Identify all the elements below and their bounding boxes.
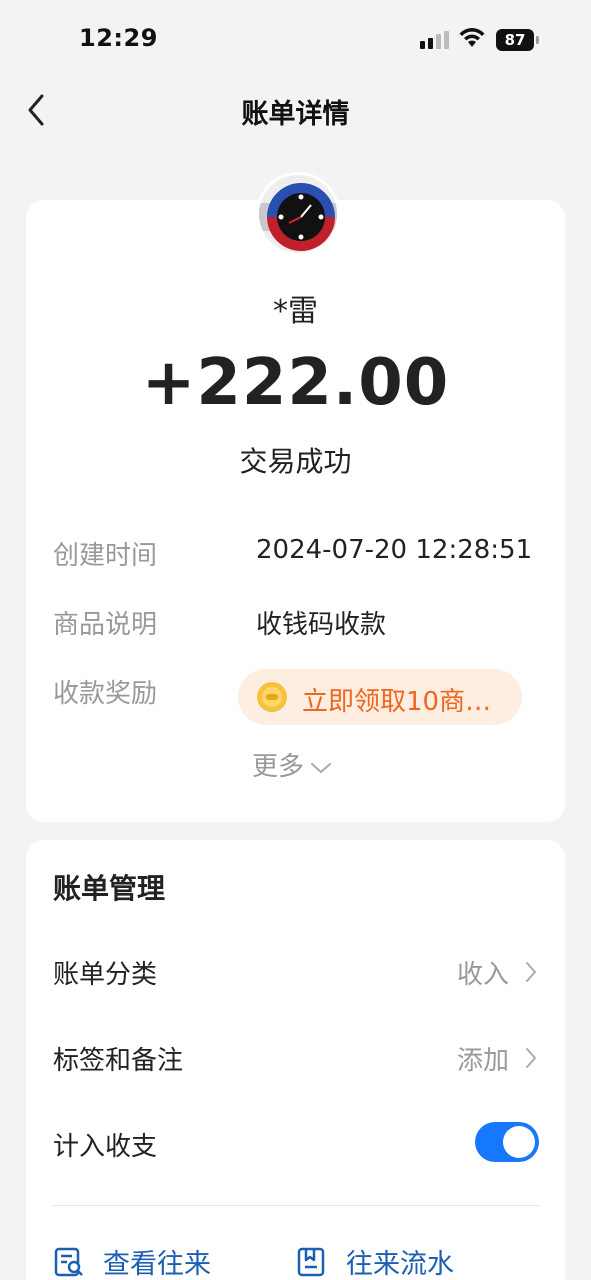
created-time-label: 创建时间 — [53, 541, 158, 571]
more-label: 更多 — [252, 752, 305, 782]
battery-level: 87 — [496, 29, 534, 51]
chevron-right-icon — [526, 1048, 536, 1068]
tags-notes-label: 标签和备注 — [53, 1046, 184, 1076]
nav-bar: 账单详情 — [0, 80, 591, 140]
reward-text: 立即领取10商… — [302, 687, 492, 717]
view-contacts-label: 查看往来 — [103, 1249, 211, 1280]
status-time: 12:29 — [79, 24, 158, 52]
page-title: 账单详情 — [241, 99, 350, 130]
product-label: 商品说明 — [53, 610, 158, 640]
chevron-right-icon — [526, 962, 536, 982]
product-value: 收钱码收款 — [256, 610, 387, 640]
payer-avatar — [256, 172, 340, 256]
reward-label: 收款奖励 — [53, 679, 158, 709]
wifi-icon — [459, 28, 485, 47]
transaction-flow-button[interactable]: 往来流水 — [296, 1242, 476, 1280]
battery-cap — [536, 36, 539, 44]
more-details-toggle[interactable]: 更多 — [252, 746, 332, 783]
tags-notes-value: 添加 — [456, 1046, 509, 1076]
status-bar: 12:29 87 — [0, 0, 591, 80]
transaction-amount: +222.00 — [141, 346, 450, 420]
view-contacts-button[interactable]: 查看往来 — [53, 1242, 233, 1280]
include-in-ledger-row: 计入收支 — [26, 1108, 565, 1178]
gold-coin-icon — [257, 682, 287, 712]
payer-name: *雷 — [273, 294, 318, 329]
cellular-signal-icon — [420, 31, 449, 49]
include-in-ledger-toggle[interactable] — [475, 1122, 539, 1162]
chevron-down-icon — [311, 762, 332, 773]
transaction-flow-label: 往来流水 — [346, 1249, 454, 1280]
battery-indicator: 87 — [496, 29, 540, 51]
created-time-value: 2024-07-20 12:28:51 — [256, 535, 533, 565]
bill-detail-screen: 12:29 87 账单详情 *雷 +222.00 交易成功 创建时间 2024-… — [0, 0, 591, 1280]
transaction-status: 交易成功 — [239, 445, 352, 478]
document-search-icon — [54, 1247, 83, 1277]
toggle-knob — [503, 1126, 535, 1158]
tags-notes-row[interactable]: 标签和备注 添加 — [26, 1022, 565, 1092]
bill-management-title: 账单管理 — [53, 872, 166, 905]
bill-category-label: 账单分类 — [53, 960, 158, 990]
bill-category-row[interactable]: 账单分类 收入 — [26, 936, 565, 1006]
divider — [53, 1205, 539, 1206]
claim-reward-button[interactable]: 立即领取10商… — [238, 669, 522, 725]
ledger-icon — [297, 1247, 325, 1277]
bill-category-value: 收入 — [456, 960, 509, 990]
include-in-ledger-label: 计入收支 — [53, 1132, 158, 1162]
